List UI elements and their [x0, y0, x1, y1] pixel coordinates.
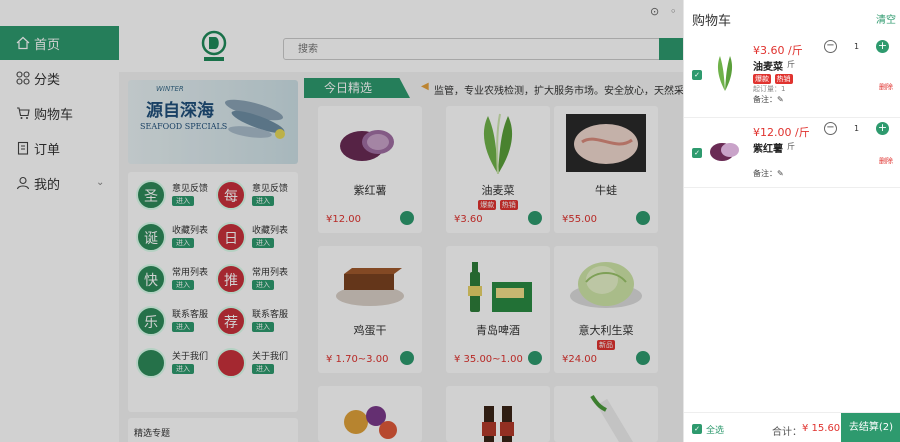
delete-item-button[interactable]: 删除	[879, 156, 893, 166]
cart-item: ✓ ¥3.60 /斤 油麦菜 斤 爆款 热销 起订量：1 备注：✎ − 1 + …	[684, 36, 900, 118]
delete-item-button[interactable]: 删除	[879, 82, 893, 92]
item-checkbox[interactable]: ✓	[692, 148, 702, 158]
decrease-quantity-button[interactable]: −	[824, 122, 837, 135]
total-amount: ¥ 15.60	[802, 423, 841, 434]
min-order: 起订量：1	[753, 85, 786, 93]
select-all-label[interactable]: 全选	[706, 423, 724, 436]
edit-icon[interactable]: ✎	[777, 169, 784, 178]
item-badges: 爆款 热销	[753, 71, 793, 84]
item-quantity[interactable]: 1	[854, 42, 859, 51]
item-note[interactable]: 备注：✎	[753, 168, 784, 179]
item-price: ¥12.00 /斤	[753, 126, 810, 139]
increase-quantity-button[interactable]: +	[876, 122, 889, 135]
select-all-checkbox[interactable]: ✓	[692, 424, 702, 434]
app-root: ⊙ ◦ 首页 分类 购物车 订单 我的 ⌄ 搜索 WINTER 源自深海 SEA…	[0, 0, 900, 442]
increase-quantity-button[interactable]: +	[876, 40, 889, 53]
item-note[interactable]: 备注：✎	[753, 94, 784, 105]
cart-panel: 购物车 清空 ✓ ¥3.60 /斤 油麦菜 斤 爆款 热销 起订量：1 备注：✎…	[683, 0, 900, 442]
decrease-quantity-button[interactable]: −	[824, 40, 837, 53]
total-label: 合计：	[772, 427, 802, 438]
bestseller-badge: 热销	[774, 74, 793, 84]
item-name: 紫红薯	[753, 144, 783, 155]
item-unit: 斤	[787, 142, 795, 151]
item-price: ¥3.60 /斤	[753, 44, 803, 57]
sweet-potato-image	[710, 143, 739, 161]
cart-title: 购物车	[692, 14, 732, 29]
checkout-button[interactable]: 去结算(2)	[841, 413, 900, 442]
item-checkbox[interactable]: ✓	[692, 70, 702, 80]
modal-overlay[interactable]	[0, 0, 683, 442]
note-label: 备注：	[753, 95, 777, 104]
item-quantity[interactable]: 1	[854, 124, 859, 133]
cart-footer: ✓ 全选 合计： ¥ 15.60 去结算(2)	[684, 412, 900, 442]
item-unit: 斤	[787, 60, 795, 69]
hot-badge: 爆款	[753, 74, 771, 84]
edit-icon[interactable]: ✎	[777, 95, 784, 104]
note-label: 备注：	[753, 169, 777, 178]
cart-item: ✓ ¥12.00 /斤 紫红薯 斤 备注：✎ − 1 + 删除	[684, 118, 900, 188]
lettuce-image	[717, 56, 733, 91]
clear-cart-button[interactable]: 清空	[876, 11, 896, 26]
